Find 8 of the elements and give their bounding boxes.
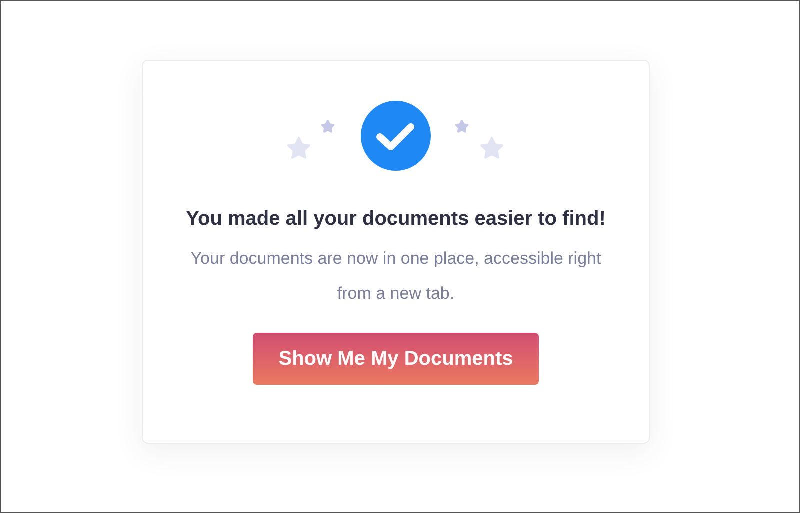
- star-icon: [455, 120, 469, 133]
- check-circle-icon: [361, 101, 431, 171]
- show-documents-button[interactable]: Show Me My Documents: [253, 333, 539, 385]
- star-icon: [480, 137, 504, 159]
- star-icon: [321, 120, 335, 133]
- success-title: You made all your documents easier to find!: [186, 208, 606, 231]
- success-message: Your documents are now in one place, accessible right from a new tab.: [190, 248, 602, 305]
- star-icon: [288, 137, 310, 159]
